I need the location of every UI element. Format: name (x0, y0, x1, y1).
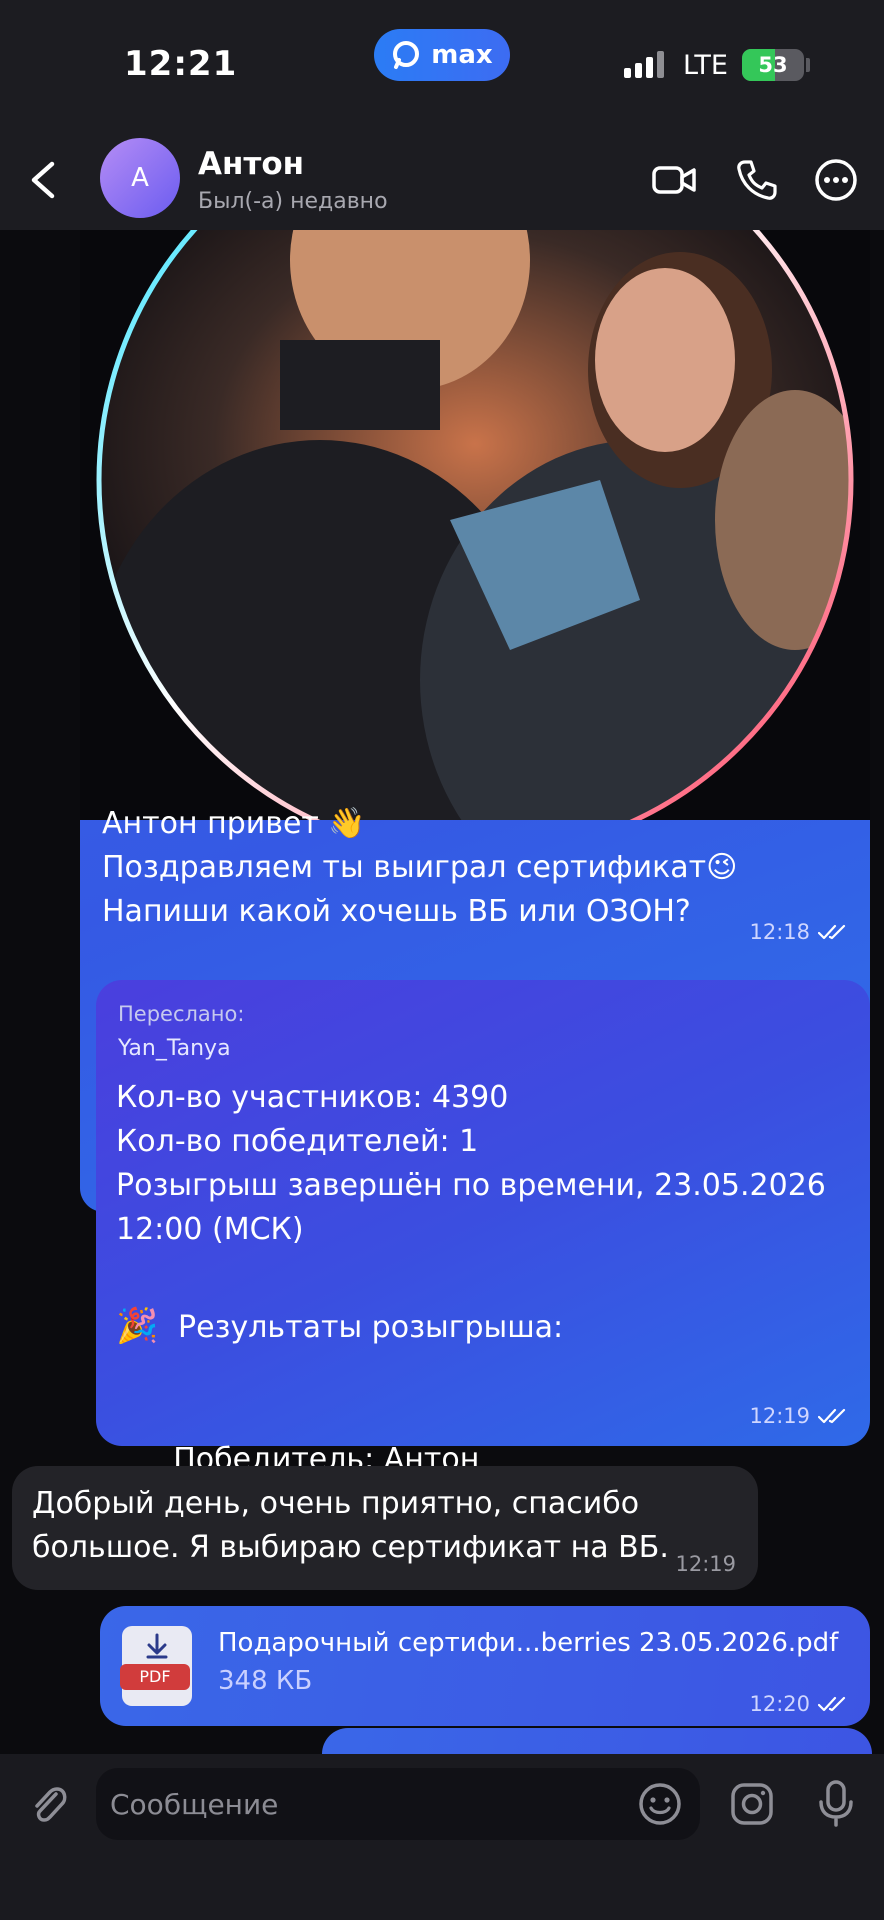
message-time: 12:18 (749, 920, 810, 944)
file-size: 348 КБ (218, 1666, 313, 1696)
max-app-label: max (431, 40, 493, 70)
message-time: 12:19 (675, 1552, 736, 1576)
emoji-icon[interactable] (636, 1780, 684, 1828)
file-message[interactable]: PDF Подарочный сертифи...berries 23.05.2… (100, 1606, 870, 1726)
message-meta: 12:18 (749, 920, 848, 944)
forwarded-from[interactable]: Yan_Tanya (118, 1036, 231, 1061)
battery-icon: 53 (742, 49, 804, 81)
message-meta: 12:19 (675, 1552, 736, 1576)
outgoing-message-partial[interactable] (322, 1728, 872, 1754)
status-bar: 12:21 max LTE 53 (0, 0, 884, 130)
microphone-icon[interactable] (812, 1778, 860, 1828)
battery-tip (806, 58, 810, 72)
results-label: Результаты розыгрыша: (178, 1310, 564, 1345)
message-text: Антон привет 👋 Поздравляем ты выиграл се… (102, 806, 738, 929)
message-photo[interactable] (80, 230, 870, 820)
file-name[interactable]: Подарочный сертифи...berries 23.05.2026.… (218, 1628, 838, 1658)
back-chevron-icon[interactable] (24, 158, 64, 202)
message-meta: 12:20 (749, 1692, 848, 1716)
chat-feed[interactable]: Антон привет 👋 Поздравляем ты выиграл се… (0, 230, 884, 1754)
forwarded-label: Переслано: (118, 1002, 245, 1026)
avatar[interactable]: А (100, 138, 180, 218)
clock: 12:21 (124, 44, 238, 84)
paperclip-icon[interactable] (26, 1780, 70, 1828)
max-logo-icon (393, 41, 420, 69)
message-meta: 12:19 (749, 1404, 848, 1428)
double-check-icon (818, 1408, 846, 1424)
contact-name[interactable]: Антон (198, 146, 304, 182)
double-check-icon (818, 1696, 846, 1712)
avatar-letter: А (131, 163, 149, 193)
contact-status: Был(-а) недавно (198, 189, 388, 214)
video-call-icon[interactable] (650, 156, 698, 204)
chat-header: А Антон Был(-а) недавно (0, 130, 884, 230)
pdf-file-icon[interactable]: PDF (120, 1626, 192, 1706)
pdf-tag: PDF (120, 1664, 190, 1690)
double-check-icon (818, 924, 846, 940)
max-app-badge[interactable]: max (374, 29, 510, 81)
party-popper-icon: 🎉 (116, 1306, 159, 1346)
photo-image (80, 230, 870, 820)
message-time: 12:20 (749, 1692, 810, 1716)
message-input-placeholder: Сообщение (110, 1788, 279, 1821)
incoming-message[interactable]: Добрый день, очень приятно, спасибо боль… (12, 1466, 758, 1590)
composer: Сообщение (0, 1754, 884, 1920)
battery-percent: 53 (758, 53, 788, 77)
network-type: LTE (683, 50, 728, 81)
forwarded-message[interactable]: Переслано: Yan_Tanya Кол-во участников: … (96, 980, 870, 1477)
more-icon[interactable] (812, 156, 860, 204)
message-time: 12:19 (749, 1404, 810, 1428)
forwarded-body: Кол-во участников: 4390 Кол-во победител… (116, 1080, 826, 1247)
signal-icon (624, 50, 664, 78)
message-text: Добрый день, очень приятно, спасибо боль… (32, 1486, 669, 1565)
download-icon (146, 1633, 168, 1659)
camera-icon[interactable] (728, 1780, 776, 1828)
phone-icon[interactable] (732, 156, 780, 204)
message-input[interactable]: Сообщение (96, 1768, 700, 1840)
